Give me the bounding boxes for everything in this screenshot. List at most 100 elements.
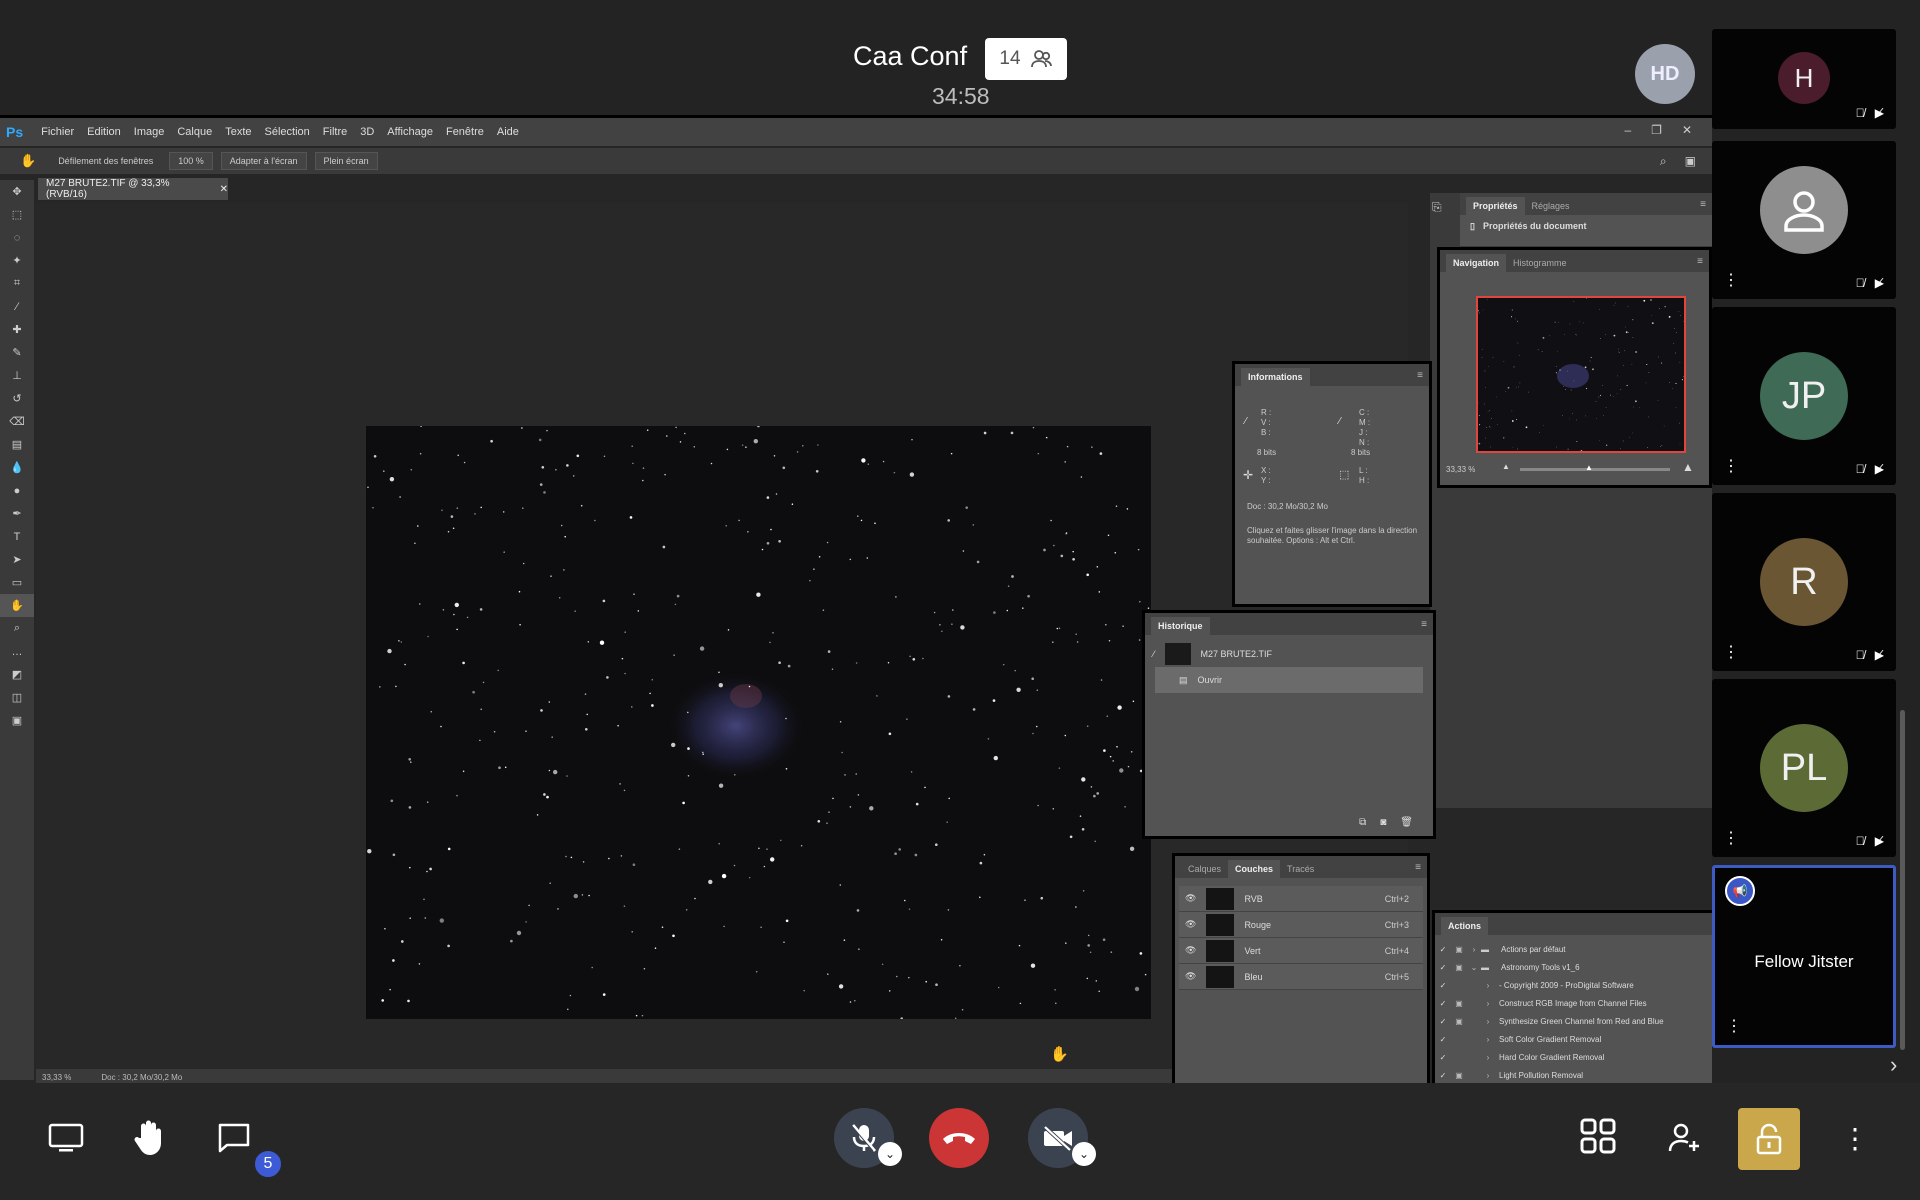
expand-arrow-icon[interactable]: › — [1481, 1071, 1495, 1080]
eye-icon[interactable]: 👁 — [1185, 971, 1196, 982]
zoom-slider-knob[interactable]: ▲ — [1585, 463, 1593, 472]
camera-icon[interactable]: ◙ — [1380, 817, 1386, 828]
dialog-toggle-icon[interactable]: ▣ — [1451, 999, 1467, 1008]
tab-navigation[interactable]: Navigation — [1446, 254, 1507, 272]
local-user-avatar[interactable]: HD — [1635, 44, 1695, 104]
tile-menu-icon[interactable]: ⋮ — [1723, 273, 1739, 289]
raise-hand-button[interactable] — [128, 1115, 172, 1159]
tile-menu-icon[interactable]: ⋮ — [1723, 645, 1739, 661]
check-icon[interactable]: ✓ — [1435, 963, 1451, 972]
ps-menu-fenetre[interactable]: Fenêtre — [446, 126, 484, 138]
participant-count-button[interactable]: 14 — [985, 38, 1067, 80]
fill-screen-button[interactable]: Plein écran — [314, 152, 378, 170]
ps-menu-calque[interactable]: Calque — [177, 126, 212, 138]
participant-tile[interactable]: H 🎙̸ ▶̸ — [1712, 29, 1896, 129]
quick-mask-icon[interactable]: ◫ — [0, 686, 34, 709]
zoom-out-icon[interactable]: ▲ — [1502, 462, 1510, 471]
action-item[interactable]: ✓ ▣ › Synthesize Green Channel from Red and… — [1435, 1012, 1712, 1030]
document-tab[interactable]: M27 BRUTE2.TIF @ 33,3% (RVB/16) ✕ — [38, 178, 228, 200]
healing-tool-icon[interactable]: ✚ — [0, 318, 34, 341]
scroll-all-windows-checkbox[interactable]: Défilement des fenêtres — [50, 153, 161, 169]
trash-icon[interactable]: 🗑 — [1400, 817, 1413, 828]
ps-menu-filtre[interactable]: Filtre — [323, 126, 347, 138]
pen-tool-icon[interactable]: ✒ — [0, 502, 34, 525]
participant-tile[interactable]: ⋮ 🎙̸ ▶̸ — [1712, 141, 1896, 299]
action-item[interactable]: ✓ › Soft Color Gradient Removal — [1435, 1030, 1712, 1048]
expand-arrow-icon[interactable]: › — [1481, 1017, 1495, 1026]
path-select-tool-icon[interactable]: ➤ — [0, 548, 34, 571]
zoom-in-icon[interactable]: ▲ — [1682, 460, 1694, 474]
eye-icon[interactable]: 👁 — [1185, 919, 1196, 930]
action-item[interactable]: ✓ ▣ › ▬ Actions par défaut — [1435, 940, 1712, 958]
expand-arrow-icon[interactable]: › — [1481, 1035, 1495, 1044]
tab-paths[interactable]: Tracés — [1280, 860, 1321, 878]
ps-menu-3d[interactable]: 3D — [360, 126, 374, 138]
dialog-toggle-icon[interactable]: ▣ — [1451, 1017, 1467, 1026]
check-icon[interactable]: ✓ — [1435, 981, 1451, 990]
action-item[interactable]: ✓ › Hard Color Gradient Removal — [1435, 1048, 1712, 1066]
hand-tool-sidebar-icon[interactable]: ✋ — [0, 594, 34, 617]
tab-layers[interactable]: Calques — [1181, 860, 1228, 878]
dodge-tool-icon[interactable]: ● — [0, 479, 34, 502]
magic-wand-tool-icon[interactable]: ✦ — [0, 249, 34, 272]
dialog-toggle-icon[interactable]: ▣ — [1451, 963, 1467, 972]
participant-tile[interactable]: R ⋮ 🎙̸ ▶̸ — [1712, 493, 1896, 671]
panel-menu-icon[interactable]: ≡ — [1697, 256, 1703, 267]
ps-menu-texte[interactable]: Texte — [225, 126, 251, 138]
expand-arrow-icon[interactable]: › — [1481, 981, 1495, 990]
tab-history[interactable]: Historique — [1151, 617, 1210, 635]
action-item[interactable]: ✓ › - Copyright 2009 - ProDigital Software — [1435, 976, 1712, 994]
check-icon[interactable]: ✓ — [1435, 1017, 1451, 1026]
crop-tool-icon[interactable]: ⌗ — [0, 272, 34, 295]
shape-tool-icon[interactable]: ▭ — [0, 571, 34, 594]
navigation-thumbnail[interactable] — [1476, 296, 1686, 453]
camera-options-chevron-icon[interactable]: ⌄ — [1072, 1142, 1096, 1166]
panel-menu-icon[interactable]: ≡ — [1415, 862, 1421, 873]
more-actions-button[interactable]: ⋮ — [1840, 1118, 1870, 1158]
filmstrip-scrollbar[interactable] — [1900, 710, 1905, 1050]
zoom-100-button[interactable]: 100 % — [169, 152, 213, 170]
screenshare-button[interactable] — [44, 1118, 88, 1158]
navigation-zoom[interactable]: 33,33 % — [1446, 465, 1475, 474]
check-icon[interactable]: ✓ — [1435, 1035, 1451, 1044]
action-item[interactable]: ✓ ▣ › Construct RGB Image from Channel File… — [1435, 994, 1712, 1012]
action-item[interactable]: ✓ ▣ ⌄ ▬ Astronomy Tools v1_6 — [1435, 958, 1712, 976]
history-brush-tool-icon[interactable]: ↺ — [0, 387, 34, 410]
close-icon[interactable]: ✕ — [1682, 123, 1692, 137]
tile-menu-icon[interactable]: ⋮ — [1726, 1019, 1742, 1035]
invite-button[interactable] — [1665, 1118, 1705, 1158]
check-icon[interactable]: ✓ — [1435, 999, 1451, 1008]
text-tool-icon[interactable]: T — [0, 525, 34, 548]
history-step[interactable]: ▤ Ouvrir — [1155, 667, 1423, 693]
history-snapshot[interactable]: ⁄ M27 BRUTE2.TIF — [1145, 641, 1433, 667]
eye-icon[interactable]: 👁 — [1185, 945, 1196, 956]
navigation-zoom-slider[interactable] — [1520, 468, 1670, 471]
dialog-toggle-icon[interactable]: ▣ — [1451, 945, 1467, 954]
action-item[interactable]: ✓ ▣ › Light Pollution Removal — [1435, 1066, 1712, 1083]
workspace-icon[interactable]: ▣ — [1685, 154, 1696, 169]
tile-menu-icon[interactable]: ⋮ — [1723, 459, 1739, 475]
brush-tool-icon[interactable]: ✎ — [0, 341, 34, 364]
eyedropper-tool-icon[interactable]: ⁄ — [0, 295, 34, 318]
fit-screen-button[interactable]: Adapter à l'écran — [220, 152, 307, 170]
ps-menu-edition[interactable]: Edition — [87, 126, 121, 138]
panel-menu-icon[interactable]: ≡ — [1417, 370, 1423, 381]
participant-tile[interactable]: PL ⋮ 🎙̸ ▶̸ — [1712, 679, 1896, 857]
move-tool-icon[interactable]: ✥ — [0, 180, 34, 203]
hangup-button[interactable] — [929, 1108, 989, 1168]
check-icon[interactable]: ✓ — [1435, 1053, 1451, 1062]
expand-arrow-icon[interactable]: › — [1481, 999, 1495, 1008]
expand-arrow-icon[interactable]: › — [1481, 1053, 1495, 1062]
minimize-icon[interactable]: – — [1624, 123, 1631, 137]
security-options-button[interactable] — [1738, 1108, 1800, 1170]
ps-menu-image[interactable]: Image — [134, 126, 165, 138]
check-icon[interactable]: ✓ — [1435, 945, 1451, 954]
new-document-icon[interactable]: ⧉ — [1359, 817, 1366, 828]
restore-icon[interactable]: ❐ — [1651, 123, 1662, 137]
channel-row-blue[interactable]: 👁 Bleu Ctrl+5 — [1179, 964, 1423, 990]
panel-menu-icon[interactable]: ≡ — [1700, 199, 1706, 210]
stamp-tool-icon[interactable]: ⊥ — [0, 364, 34, 387]
channel-row-red[interactable]: 👁 Rouge Ctrl+3 — [1179, 912, 1423, 938]
tab-properties[interactable]: Propriétés — [1466, 197, 1525, 215]
tab-adjustments[interactable]: Réglages — [1525, 197, 1577, 215]
